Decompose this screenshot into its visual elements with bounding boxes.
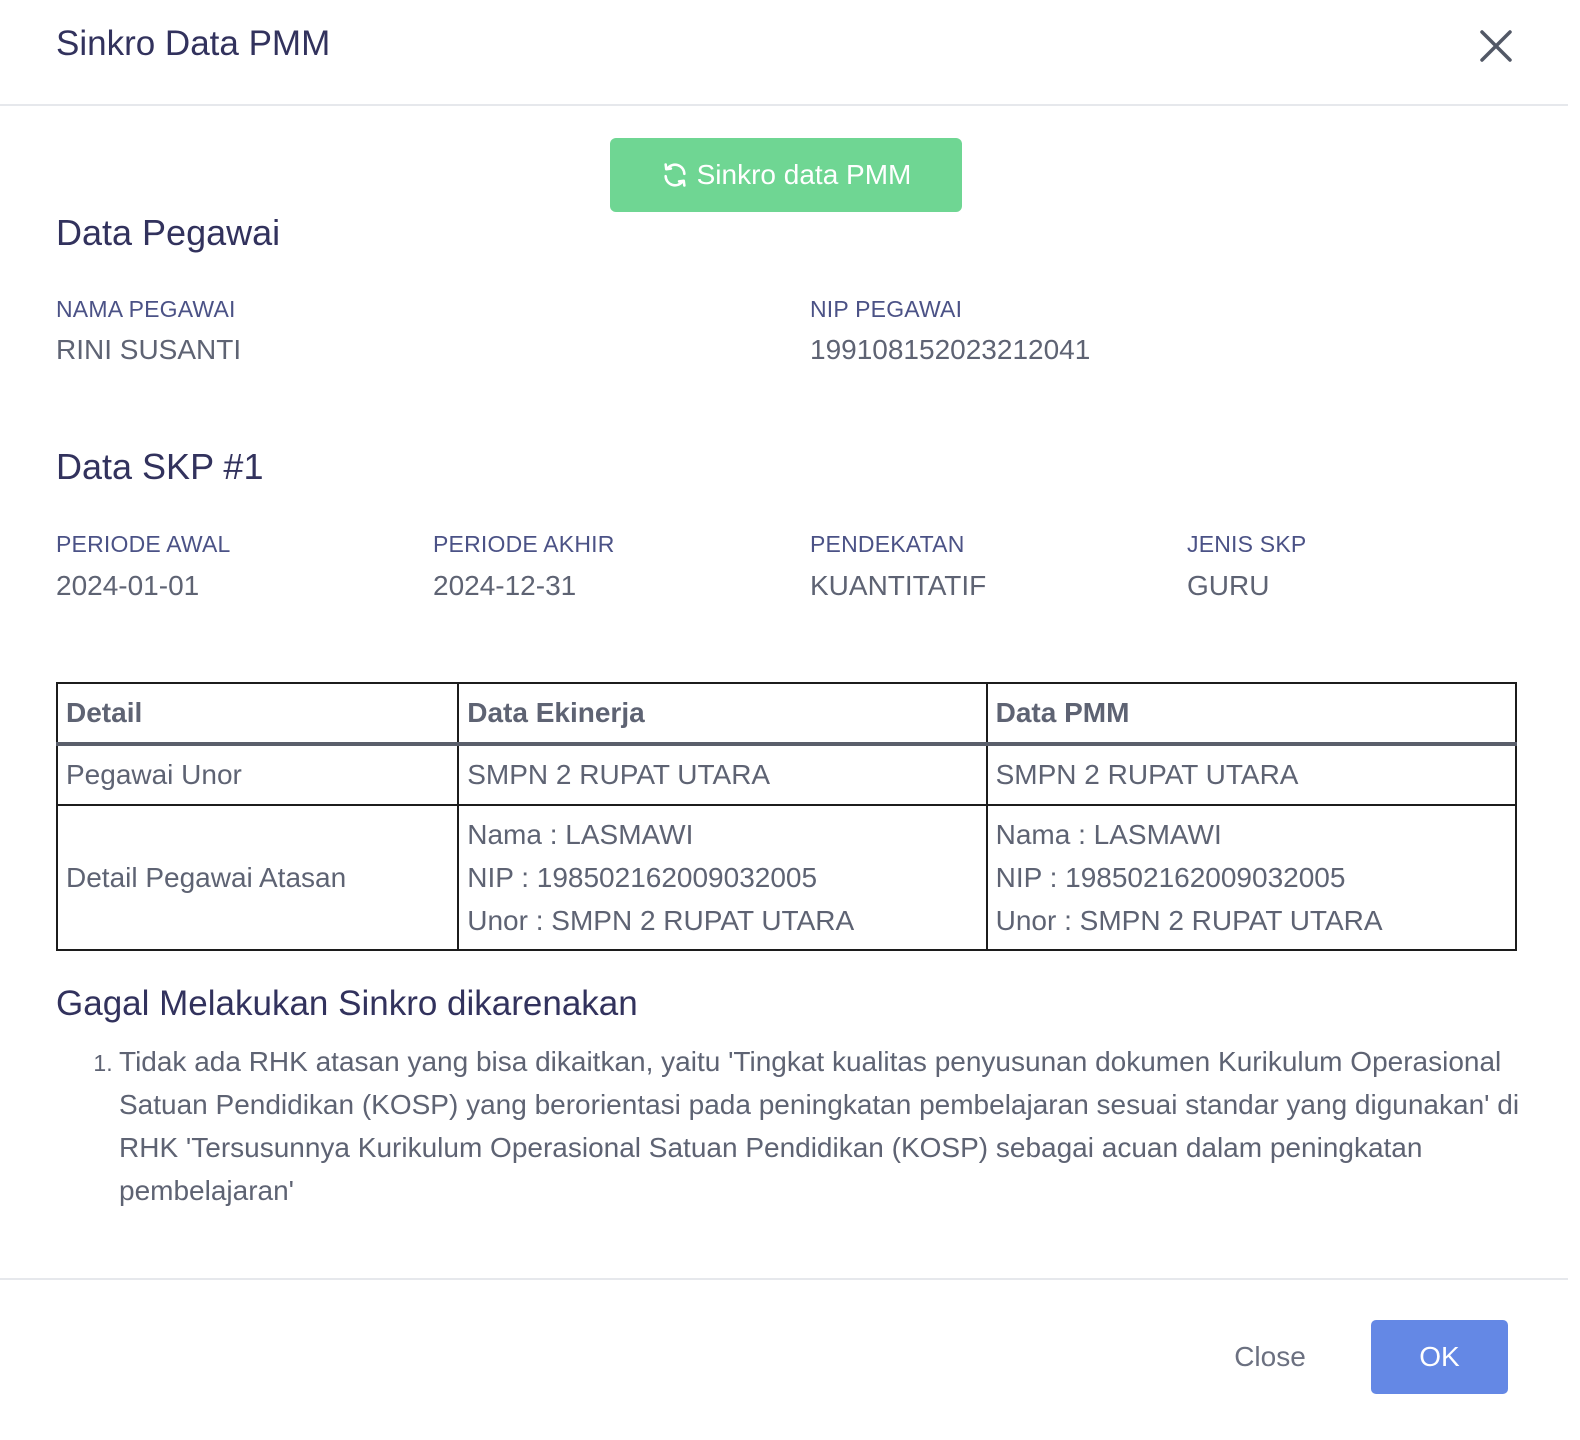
modal-header: Sinkro Data PMM <box>0 0 1568 106</box>
section-title-skp: Data SKP #1 <box>56 446 264 487</box>
periode-awal-label: PERIODE AWAL <box>56 531 231 557</box>
nama-pegawai-value: RINI SUSANTI <box>56 334 242 365</box>
sync-pmm-button[interactable]: Sinkro data PMM <box>610 138 962 212</box>
ok-button[interactable]: OK <box>1371 1320 1508 1394</box>
column-header-detail: Detail <box>55 682 460 746</box>
jenis-skp-label: JENIS SKP <box>1187 531 1307 557</box>
error-item: Tidak ada RHK atasan yang bisa dikaitkan… <box>119 1040 1569 1212</box>
comparison-table: Detail Data Ekinerja Data PMM Pegawai Un… <box>55 682 1518 951</box>
pendekatan-label: PENDEKATAN <box>810 531 965 557</box>
table-cell-pmm: Nama : LASMAWI NIP : 198502162009032005 … <box>985 804 1518 951</box>
periode-akhir-label: PERIODE AKHIR <box>433 531 615 557</box>
nip-pegawai-value: 199108152023212041 <box>810 334 1091 365</box>
periode-awal-value: 2024-01-01 <box>56 570 200 601</box>
table-header-row: Detail Data Ekinerja Data PMM <box>55 682 1518 746</box>
atasan-nip-pmm: NIP : 198502162009032005 <box>995 862 1346 893</box>
periode-akhir-value: 2024-12-31 <box>433 570 577 601</box>
error-title: Gagal Melakukan Sinkro dikarenakan <box>56 984 638 1023</box>
pendekatan-value: KUANTITATIF <box>810 570 987 601</box>
sync-pmm-label: Sinkro data PMM <box>696 159 912 190</box>
atasan-nama-ekinerja: Nama : LASMAWI <box>467 819 694 850</box>
table-cell-detail: Detail Pegawai Atasan <box>55 804 460 951</box>
atasan-nip-ekinerja: NIP : 198502162009032005 <box>467 862 818 893</box>
modal-footer-divider <box>0 1278 1568 1280</box>
table-row: Detail Pegawai Atasan Nama : LASMAWI NIP… <box>55 804 1518 951</box>
table-row: Pegawai Unor SMPN 2 RUPAT UTARA SMPN 2 R… <box>55 743 1518 806</box>
atasan-unor-pmm: Unor : SMPN 2 RUPAT UTARA <box>995 905 1383 936</box>
table-cell-pmm: SMPN 2 RUPAT UTARA <box>985 743 1518 806</box>
error-list: Tidak ada RHK atasan yang bisa dikaitkan… <box>56 1040 1569 1212</box>
modal-title: Sinkro Data PMM <box>56 24 331 63</box>
atasan-nama-pmm: Nama : LASMAWI <box>995 819 1222 850</box>
table-cell-ekinerja: SMPN 2 RUPAT UTARA <box>457 743 988 806</box>
jenis-skp-value: GURU <box>1187 570 1270 601</box>
table-cell-detail: Pegawai Unor <box>55 743 460 806</box>
column-header-pmm: Data PMM <box>985 682 1518 746</box>
nip-pegawai-label: NIP PEGAWAI <box>810 296 963 322</box>
close-button[interactable]: Close <box>1212 1320 1328 1394</box>
section-title-pegawai: Data Pegawai <box>56 212 281 253</box>
table-cell-ekinerja: Nama : LASMAWI NIP : 198502162009032005 … <box>457 804 988 951</box>
atasan-unor-ekinerja: Unor : SMPN 2 RUPAT UTARA <box>467 905 855 936</box>
refresh-icon <box>664 163 686 187</box>
column-header-ekinerja: Data Ekinerja <box>457 682 988 746</box>
nama-pegawai-label: NAMA PEGAWAI <box>56 296 236 322</box>
close-icon[interactable] <box>1476 26 1516 66</box>
